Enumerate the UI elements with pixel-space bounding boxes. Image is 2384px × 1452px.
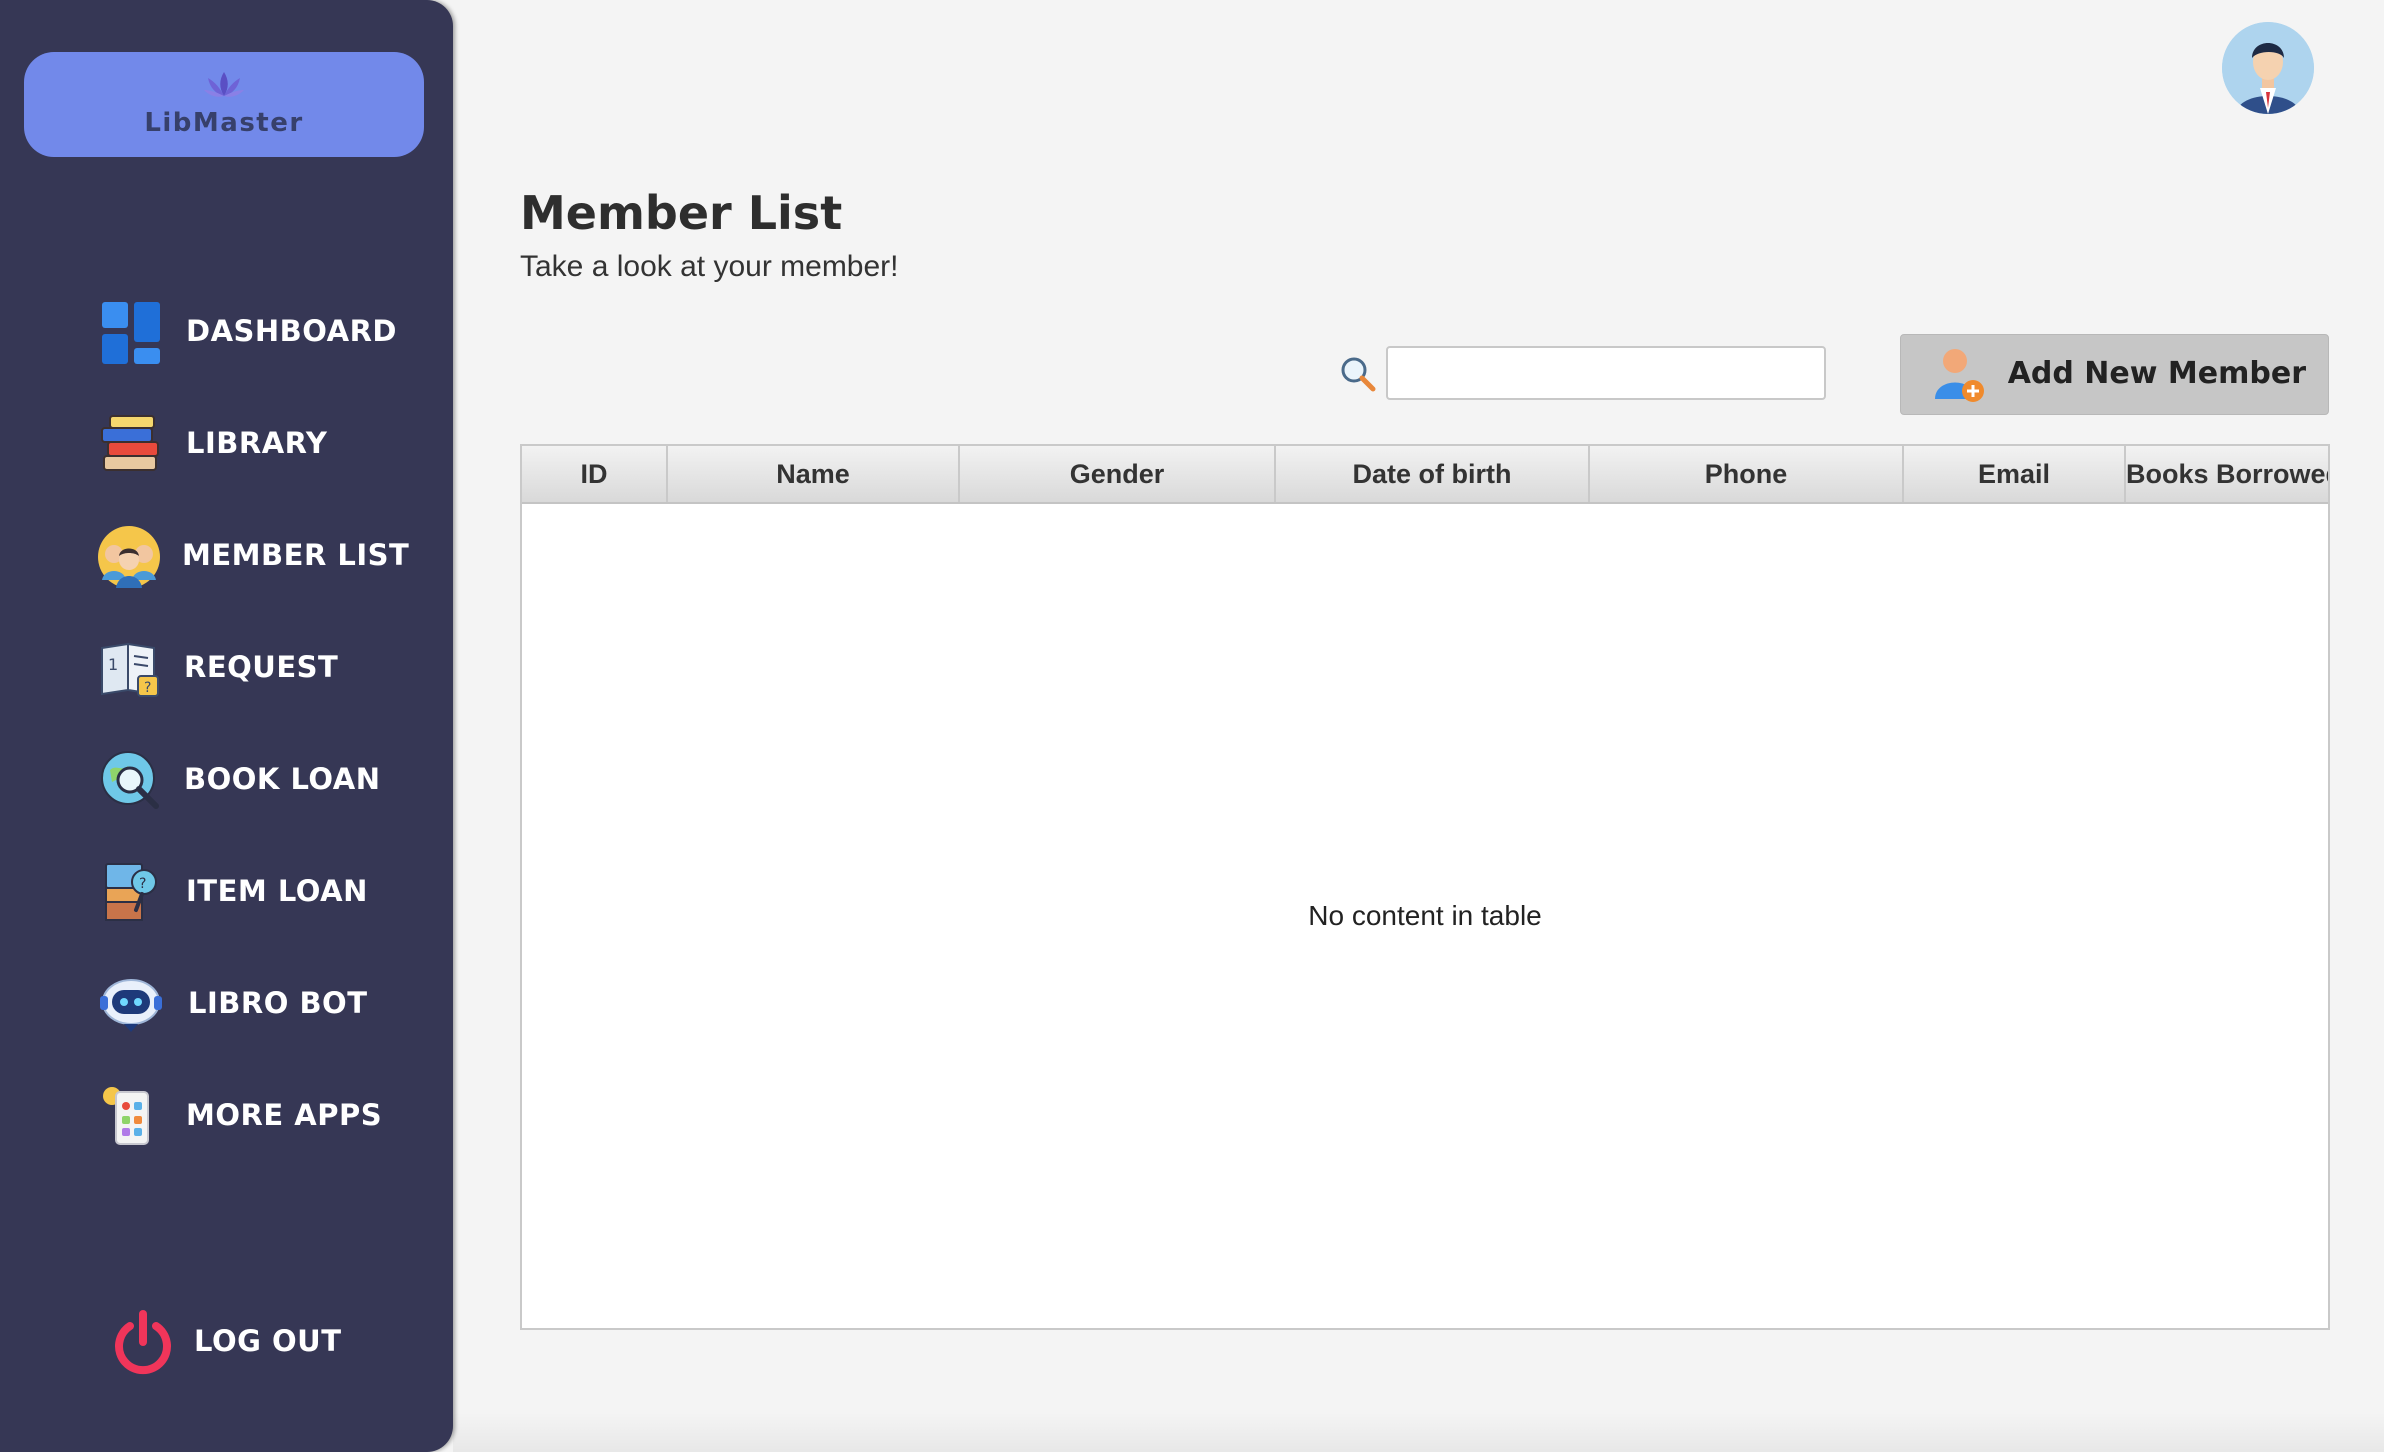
sidebar-item-book-loan[interactable]: BOOK LOAN (98, 740, 428, 820)
logout-label: LOG OUT (194, 1324, 342, 1358)
sidebar-item-libro-bot[interactable]: LIBRO BOT (98, 964, 428, 1044)
sidebar-item-label: MORE APPS (186, 1098, 383, 1132)
app-logo[interactable]: LibMaster (24, 52, 424, 157)
add-user-icon (1935, 349, 1984, 402)
sidebar-item-library[interactable]: LIBRARY (98, 404, 428, 484)
sidebar-item-label: LIBRARY (186, 426, 328, 460)
empty-table-message: No content in table (1308, 900, 1542, 931)
column-header-books-borrowed[interactable]: Books Borrowed (2126, 446, 2328, 502)
search-input[interactable] (1386, 346, 1826, 400)
power-icon (115, 1310, 171, 1375)
item-loan-icon: ? (105, 863, 157, 921)
sidebar: LibMaster DASHBOARD LIBRARY MEMBER LIST … (0, 0, 453, 1452)
user-avatar[interactable] (2222, 22, 2314, 114)
page-title: Member List (520, 186, 843, 240)
app-name: LibMaster (144, 108, 304, 138)
sidebar-item-label: LIBRO BOT (188, 986, 368, 1020)
member-table[interactable]: ID Name Gender Date of birth Phone Email… (520, 444, 2330, 1330)
page-subtitle: Take a look at your member! (520, 250, 899, 283)
search-icon (1341, 357, 1376, 392)
sidebar-item-label: DASHBOARD (186, 314, 397, 348)
svg-text:1: 1 (108, 655, 118, 674)
column-header-phone[interactable]: Phone (1590, 446, 1904, 502)
logout-button[interactable]: LOG OUT (110, 1302, 440, 1382)
column-header-id[interactable]: ID (522, 446, 668, 502)
sidebar-item-label: MEMBER LIST (182, 538, 410, 572)
sidebar-item-label: ITEM LOAN (186, 874, 368, 908)
books-icon (101, 415, 159, 471)
bottom-shadow (453, 1412, 2384, 1452)
sidebar-item-label: BOOK LOAN (184, 762, 381, 796)
request-icon: 1 ? (101, 642, 159, 697)
svg-text:?: ? (139, 876, 146, 892)
book-loan-icon (101, 751, 159, 809)
column-header-gender[interactable]: Gender (960, 446, 1276, 502)
add-new-member-button[interactable]: Add New Member (1900, 334, 2329, 415)
sidebar-item-dashboard[interactable]: DASHBOARD (98, 292, 428, 372)
robot-icon (100, 979, 162, 1032)
svg-text:?: ? (144, 680, 151, 696)
column-header-date-of-birth[interactable]: Date of birth (1276, 446, 1590, 502)
table-header: ID Name Gender Date of birth Phone Email… (522, 446, 2328, 504)
sidebar-item-more-apps[interactable]: MORE APPS (98, 1076, 428, 1156)
user-avatar-icon (2222, 22, 2314, 114)
lotus-logo-icon (204, 72, 244, 97)
sidebar-item-member-list[interactable]: MEMBER LIST (98, 516, 428, 596)
dashboard-icon (102, 302, 160, 364)
members-icon (98, 526, 160, 588)
column-header-email[interactable]: Email (1904, 446, 2126, 502)
add-new-member-label: Add New Member (2007, 356, 2306, 391)
sidebar-item-item-loan[interactable]: ? ITEM LOAN (98, 852, 428, 932)
apps-icon (103, 1087, 149, 1145)
column-header-name[interactable]: Name (668, 446, 960, 502)
sidebar-item-request[interactable]: 1 ? REQUEST (98, 628, 428, 708)
sidebar-item-label: REQUEST (184, 650, 339, 684)
